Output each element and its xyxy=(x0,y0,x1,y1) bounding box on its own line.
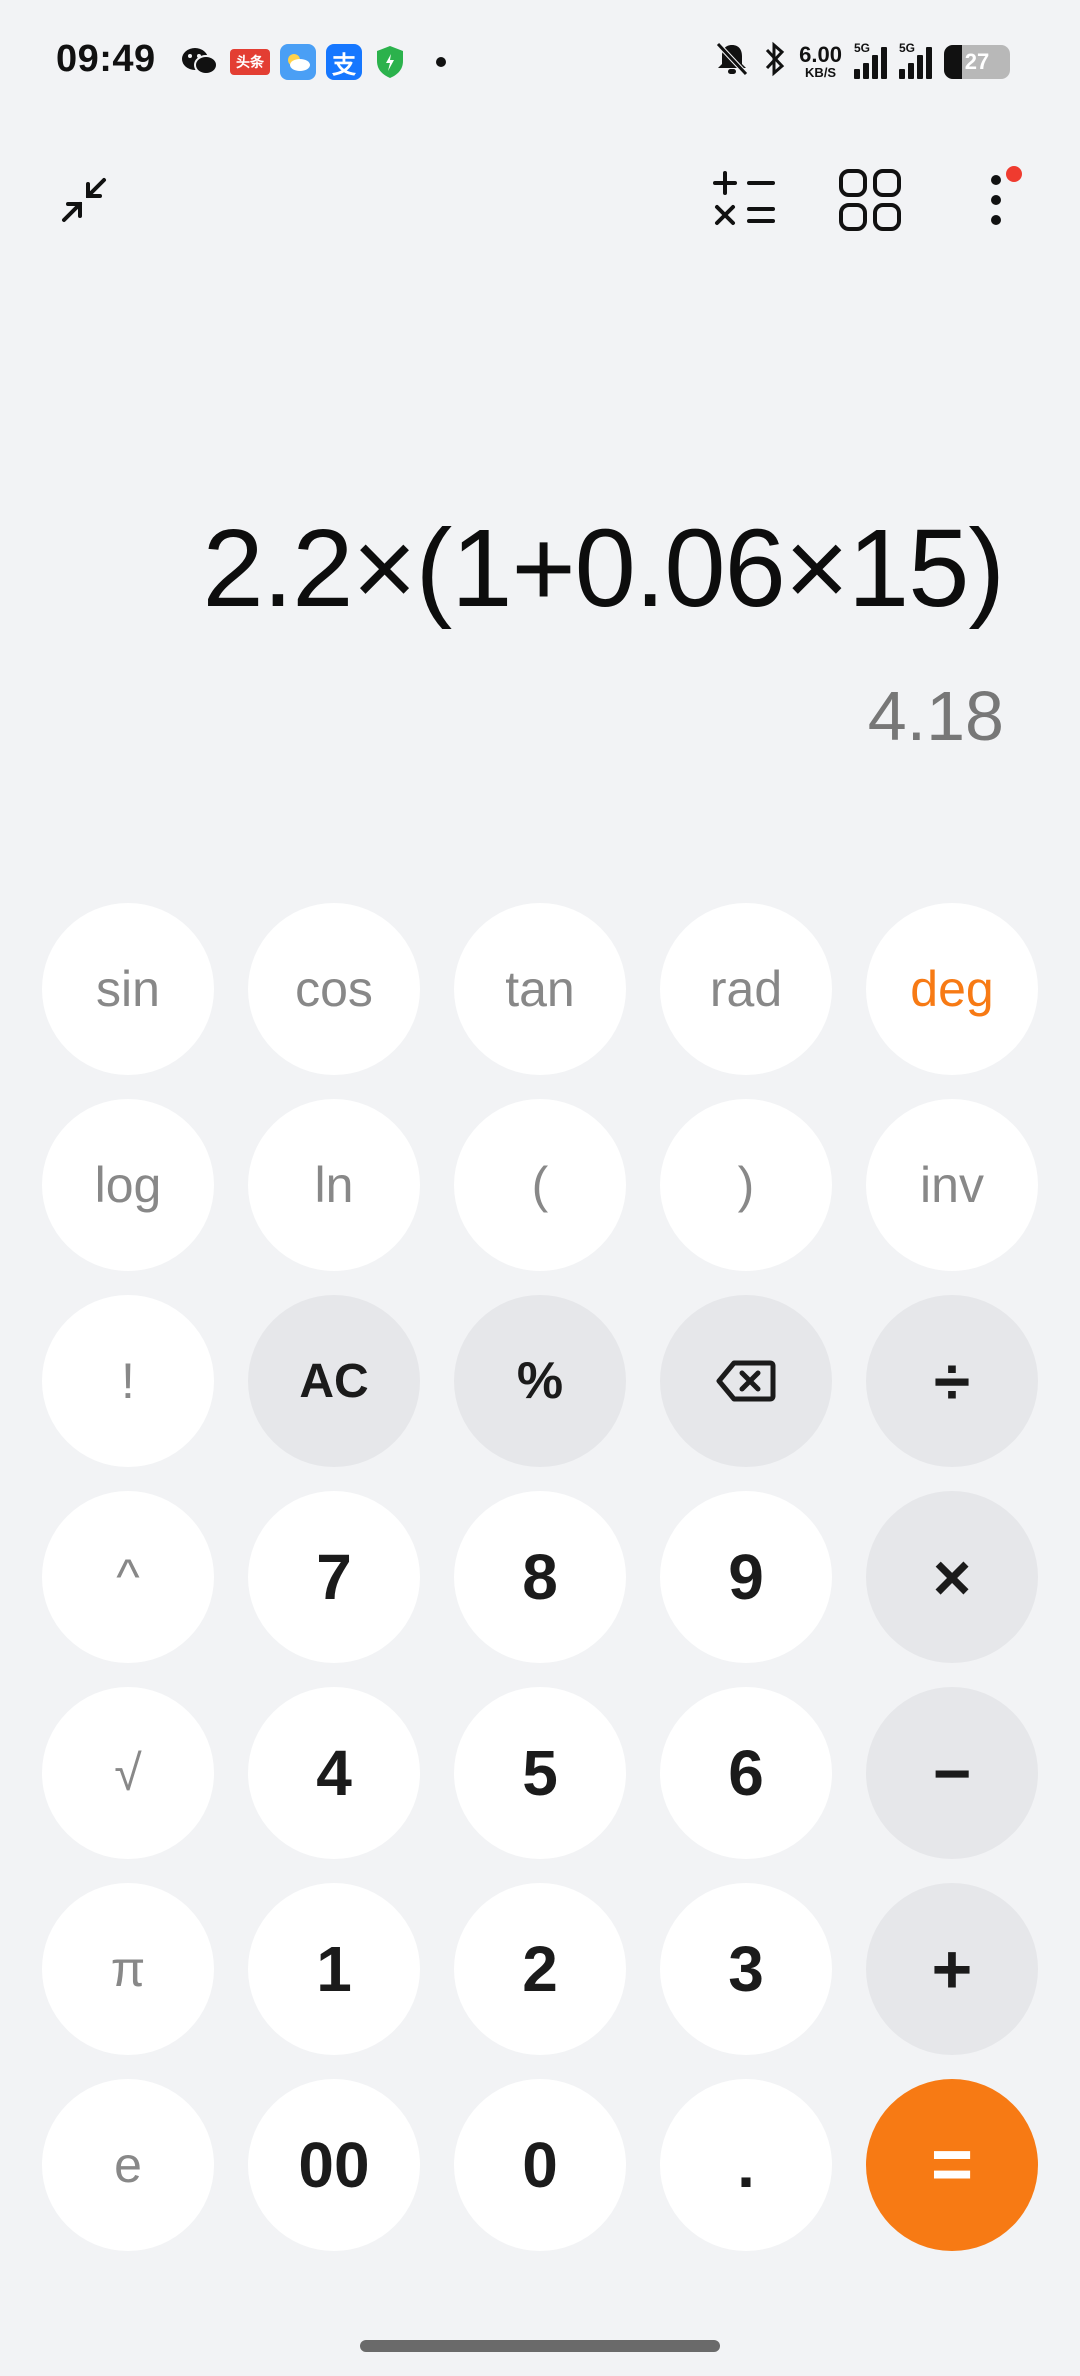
toutiao-icon: 头条 xyxy=(230,49,270,75)
battery-icon: 27 xyxy=(944,44,1010,79)
signal-strength-1-icon: 5G xyxy=(854,41,887,79)
digit-1-key[interactable]: 1 xyxy=(248,1883,420,2055)
notification-badge xyxy=(1006,166,1022,182)
collapse-button[interactable] xyxy=(44,160,124,240)
network-speed-unit: KB/S xyxy=(805,65,837,80)
status-bar: 09:49 头条 支 6.00 KB/S 5G 5G 27 xyxy=(0,0,1080,130)
expression-display: 2.2×(1+0.06×15) xyxy=(202,507,1005,630)
signal-1-tag: 5G xyxy=(854,40,871,55)
notification-icons: 头条 支 xyxy=(180,44,446,80)
more-notifications-dot xyxy=(436,57,446,67)
weather-icon xyxy=(280,44,316,80)
rad-key[interactable]: rad xyxy=(660,903,832,1075)
deg-key[interactable]: deg xyxy=(866,903,1038,1075)
minus-key[interactable]: − xyxy=(866,1687,1038,1859)
sin-key[interactable]: sin xyxy=(42,903,214,1075)
signal-strength-2-icon: 5G xyxy=(899,41,932,79)
pi-key[interactable]: π xyxy=(42,1883,214,2055)
grid-apps-icon xyxy=(839,169,901,231)
digit-0-key[interactable]: 0 xyxy=(454,2079,626,2251)
mute-bell-icon xyxy=(713,40,751,83)
digit-2-key[interactable]: 2 xyxy=(454,1883,626,2055)
system-icons: 6.00 KB/S 5G 5G 27 xyxy=(713,40,1010,83)
tan-key[interactable]: tan xyxy=(454,903,626,1075)
home-indicator[interactable] xyxy=(360,2340,720,2352)
factorial-key[interactable]: ! xyxy=(42,1295,214,1467)
apps-grid-button[interactable] xyxy=(830,160,910,240)
more-options-button[interactable] xyxy=(956,160,1036,240)
divide-key[interactable]: ÷ xyxy=(866,1295,1038,1467)
more-vertical-icon xyxy=(991,175,1001,225)
status-time: 09:49 xyxy=(56,38,156,80)
power-key[interactable]: ^ xyxy=(42,1491,214,1663)
inv-key[interactable]: inv xyxy=(866,1099,1038,1271)
wechat-icon xyxy=(180,44,220,80)
unit-converter-icon xyxy=(713,171,775,225)
result-display: 4.18 xyxy=(867,677,1004,755)
decimal-key[interactable]: . xyxy=(660,2079,832,2251)
multiply-key[interactable]: × xyxy=(866,1491,1038,1663)
euler-key[interactable]: e xyxy=(42,2079,214,2251)
cos-key[interactable]: cos xyxy=(248,903,420,1075)
bluetooth-icon xyxy=(763,40,787,83)
log-key[interactable]: log xyxy=(42,1099,214,1271)
close-paren-key[interactable]: ) xyxy=(660,1099,832,1271)
digit-4-key[interactable]: 4 xyxy=(248,1687,420,1859)
digit-5-key[interactable]: 5 xyxy=(454,1687,626,1859)
digit-3-key[interactable]: 3 xyxy=(660,1883,832,2055)
network-speed: 6.00 KB/S xyxy=(799,42,842,80)
network-speed-value: 6.00 xyxy=(799,42,842,67)
battery-level: 27 xyxy=(964,48,990,74)
digit-7-key[interactable]: 7 xyxy=(248,1491,420,1663)
security-shield-icon xyxy=(372,44,408,80)
collapse-arrows-icon xyxy=(62,178,106,222)
keypad: sin cos tan rad deg log ln ( ) inv ! AC … xyxy=(42,903,1038,2251)
percent-key[interactable]: % xyxy=(454,1295,626,1467)
open-paren-key[interactable]: ( xyxy=(454,1099,626,1271)
toolbar xyxy=(0,150,1080,250)
alipay-icon: 支 xyxy=(326,44,362,80)
clear-key[interactable]: AC xyxy=(248,1295,420,1467)
backspace-icon xyxy=(716,1360,776,1402)
digit-6-key[interactable]: 6 xyxy=(660,1687,832,1859)
digit-9-key[interactable]: 9 xyxy=(660,1491,832,1663)
double-zero-key[interactable]: 00 xyxy=(248,2079,420,2251)
equals-key[interactable]: = xyxy=(866,2079,1038,2251)
battery-fill xyxy=(944,44,962,79)
digit-8-key[interactable]: 8 xyxy=(454,1491,626,1663)
ln-key[interactable]: ln xyxy=(248,1099,420,1271)
unit-converter-button[interactable] xyxy=(704,160,784,240)
backspace-key[interactable] xyxy=(660,1295,832,1467)
sqrt-key[interactable]: √ xyxy=(42,1687,214,1859)
signal-2-tag: 5G xyxy=(899,40,916,55)
plus-key[interactable]: + xyxy=(866,1883,1038,2055)
